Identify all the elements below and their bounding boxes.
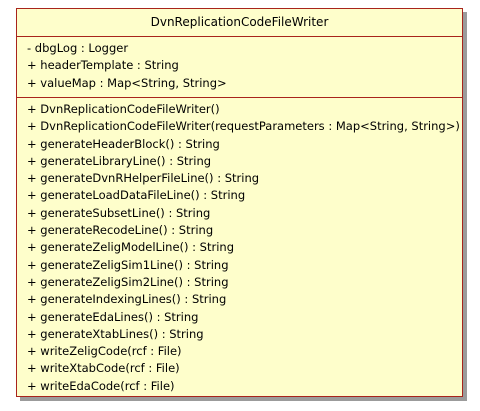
operation-generate-load-data-file-line: + generateLoadDataFileLine() : String bbox=[27, 188, 246, 203]
operation-generate-eda-lines: + generateEdaLines() : String bbox=[27, 309, 199, 324]
operation-generate-xtab-lines: + generateXtabLines() : String bbox=[27, 326, 204, 341]
uml-class-box: DvnReplicationCodeFileWriter - dbgLog : … bbox=[16, 8, 463, 397]
operations-compartment: + DvnReplicationCodeFileWriter() + DvnRe… bbox=[17, 98, 462, 399]
operation-generate-recode-line: + generateRecodeLine() : String bbox=[27, 223, 214, 238]
operation-constructor-with-params: + DvnReplicationCodeFileWriter(requestPa… bbox=[27, 119, 460, 134]
operation-generate-zelig-model-line: + generateZeligModelLine() : String bbox=[27, 240, 235, 255]
operation-generate-zelig-sim1-line: + generateZeligSim1Line() : String bbox=[27, 257, 229, 272]
operation-generate-header-block: + generateHeaderBlock() : String bbox=[27, 136, 220, 151]
attribute-valuemap: + valueMap : Map<String, String> bbox=[27, 75, 227, 90]
operation-generate-zelig-sim2-line: + generateZeligSim2Line() : String bbox=[27, 274, 229, 289]
attribute-headertemplate: + headerTemplate : String bbox=[27, 58, 179, 73]
operation-write-zelig-code: + writeZeligCode(rcf : File) bbox=[27, 344, 182, 359]
operation-generate-library-line: + generateLibraryLine() : String bbox=[27, 153, 212, 168]
operation-generate-subset-line: + generateSubsetLine() : String bbox=[27, 205, 211, 220]
operation-generate-dvn-rhelper-file-line: + generateDvnRHelperFileLine() : String bbox=[27, 171, 260, 186]
operation-write-xtab-code: + writeXtabCode(rcf : File) bbox=[27, 361, 180, 376]
operation-constructor: + DvnReplicationCodeFileWriter() bbox=[27, 102, 220, 116]
attributes-compartment: - dbgLog : Logger + headerTemplate : Str… bbox=[17, 37, 462, 98]
operation-write-eda-code: + writeEdaCode(rcf : File) bbox=[27, 378, 175, 393]
class-name: DvnReplicationCodeFileWriter bbox=[17, 9, 462, 37]
operation-generate-indexing-lines: + generateIndexingLines() : String bbox=[27, 292, 227, 307]
attribute-dbglog: - dbgLog : Logger bbox=[27, 41, 129, 55]
